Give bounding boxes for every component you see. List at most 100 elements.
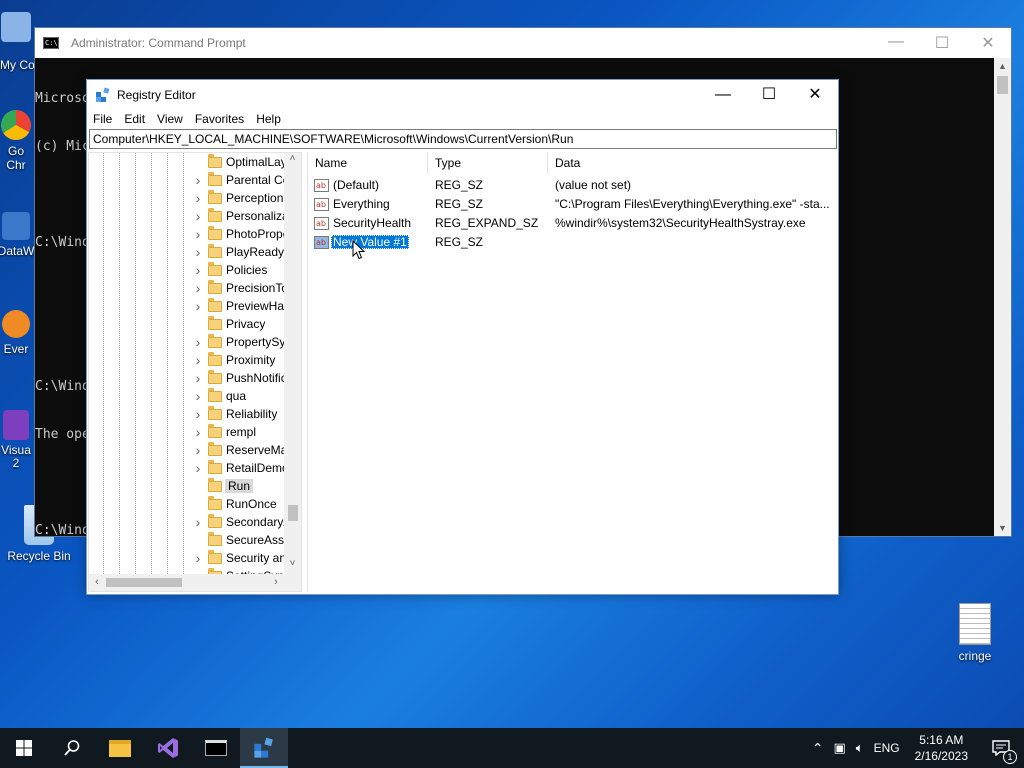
- key-tree[interactable]: OptimalLay › Parental Co › Perception! › Perso…: [88, 152, 302, 592]
- values-list[interactable]: Name Type Data ab (Default) REG_SZ (value n…: [307, 152, 837, 592]
- chevron-right-icon[interactable]: ›: [193, 442, 203, 458]
- value-type: REG_EXPAND_SZ: [435, 216, 539, 230]
- chevron-right-icon[interactable]: ›: [193, 172, 203, 188]
- tree-item[interactable]: Privacy: [89, 315, 286, 333]
- chevron-right-icon[interactable]: ›: [193, 424, 203, 440]
- chevron-right-icon[interactable]: ›: [193, 226, 203, 242]
- cmd-vertical-scrollbar[interactable]: ▲ ▼: [994, 58, 1011, 536]
- menu-edit[interactable]: Edit: [118, 112, 151, 126]
- tree-item[interactable]: › Reliability: [89, 405, 286, 423]
- tree-item[interactable]: › PropertySys: [89, 333, 286, 351]
- tree-item[interactable]: › RetailDemo: [89, 459, 286, 477]
- scroll-thumb[interactable]: [106, 578, 182, 587]
- maximize-icon[interactable]: ☐: [919, 33, 965, 53]
- close-icon[interactable]: ✕: [965, 33, 1011, 53]
- scroll-down-icon[interactable]: ˅: [284, 558, 301, 574]
- value-row[interactable]: ab New Value #1 REG_SZ: [308, 233, 836, 252]
- chevron-right-icon[interactable]: ›: [193, 406, 203, 422]
- system-tray: ⌃ ▣ 🔈︎ ENG 5:16 AM 2/16/2023 1: [807, 728, 1024, 768]
- maximize-icon[interactable]: ☐: [746, 80, 792, 109]
- tree-item[interactable]: › PrecisionTo: [89, 279, 286, 297]
- tree-item[interactable]: RunOnce: [89, 495, 286, 513]
- chevron-right-icon[interactable]: ›: [193, 460, 203, 476]
- tree-item[interactable]: › Perception!: [89, 189, 286, 207]
- tree-item[interactable]: › Proximity: [89, 351, 286, 369]
- tree-item[interactable]: OptimalLay: [89, 153, 286, 171]
- cmd-titlebar[interactable]: C:\. Administrator: Command Prompt — ☐ ✕: [35, 28, 1011, 58]
- tree-item[interactable]: › rempl: [89, 423, 286, 441]
- chevron-right-icon[interactable]: ›: [193, 298, 203, 314]
- scroll-thumb[interactable]: [288, 505, 298, 521]
- tree-item[interactable]: › Personaliza: [89, 207, 286, 225]
- tree-item[interactable]: › PreviewHar: [89, 297, 286, 315]
- taskbar-registry-editor[interactable]: [240, 728, 288, 768]
- tree-item[interactable]: › Policies: [89, 261, 286, 279]
- tree-vertical-scrollbar[interactable]: ˄ ˅: [284, 153, 301, 574]
- tree-item[interactable]: Run: [89, 477, 286, 495]
- menu-view[interactable]: View: [151, 112, 189, 126]
- column-header-data[interactable]: Data: [548, 152, 837, 174]
- desktop-icon-everything[interactable]: Ever: [0, 310, 36, 356]
- tree-horizontal-scrollbar[interactable]: ‹ ›: [89, 574, 284, 591]
- desktop-icon-cringe[interactable]: cringe: [938, 603, 1012, 663]
- language-indicator[interactable]: ENG: [869, 741, 905, 755]
- desktop-icon-visual-studio[interactable]: Visua 2: [0, 410, 36, 470]
- tree-item[interactable]: › PushNotific: [89, 369, 286, 387]
- menu-bar: File Edit View Favorites Help: [87, 109, 838, 129]
- scroll-up-icon[interactable]: ▲: [994, 58, 1011, 74]
- search-button[interactable]: [48, 728, 96, 768]
- address-bar[interactable]: Computer\HKEY_LOCAL_MACHINE\SOFTWARE\Mic…: [89, 129, 837, 149]
- scroll-left-icon[interactable]: ‹: [89, 574, 105, 591]
- registry-editor-window[interactable]: Registry Editor — ☐ ✕ File Edit View Fav…: [86, 79, 839, 595]
- value-row[interactable]: ab (Default) REG_SZ (value not set): [308, 176, 836, 195]
- notification-center-button[interactable]: 1: [978, 740, 1024, 764]
- desktop-icon-google-chrome[interactable]: Go Chr: [0, 110, 36, 172]
- visual-studio-icon: [158, 738, 178, 758]
- scroll-down-icon[interactable]: ▼: [994, 520, 1011, 536]
- chevron-right-icon[interactable]: ›: [193, 280, 203, 296]
- value-row[interactable]: ab Everything REG_SZ "C:\Program Files\Ever…: [308, 195, 836, 214]
- value-row[interactable]: ab SecurityHealth REG_EXPAND_SZ %windir%\sy…: [308, 214, 836, 233]
- menu-file[interactable]: File: [87, 112, 118, 126]
- tree-item[interactable]: › ReserveMar: [89, 441, 286, 459]
- menu-help[interactable]: Help: [250, 112, 287, 126]
- chevron-right-icon[interactable]: ›: [193, 550, 203, 566]
- tree-item[interactable]: SecureAsse: [89, 531, 286, 549]
- volume-icon[interactable]: 🔈︎: [851, 740, 869, 756]
- close-icon[interactable]: ✕: [792, 80, 838, 109]
- column-header-type[interactable]: Type: [428, 152, 548, 174]
- start-button[interactable]: [0, 728, 48, 768]
- minimize-icon[interactable]: —: [873, 33, 919, 53]
- menu-favorites[interactable]: Favorites: [189, 112, 250, 126]
- regedit-titlebar[interactable]: Registry Editor — ☐ ✕: [87, 80, 838, 109]
- scroll-up-icon[interactable]: ˄: [284, 153, 301, 169]
- tree-item[interactable]: › Security an: [89, 549, 286, 567]
- chevron-right-icon[interactable]: ›: [193, 388, 203, 404]
- chevron-right-icon[interactable]: ›: [193, 208, 203, 224]
- tree-item[interactable]: › Parental Co: [89, 171, 286, 189]
- chevron-right-icon[interactable]: ›: [193, 514, 203, 530]
- chevron-right-icon[interactable]: ›: [193, 262, 203, 278]
- tree-item[interactable]: › SecondaryA: [89, 513, 286, 531]
- tree-item[interactable]: › PhotoPrope: [89, 225, 286, 243]
- tree-item[interactable]: › qua: [89, 387, 286, 405]
- chevron-right-icon[interactable]: ›: [193, 370, 203, 386]
- scroll-right-icon[interactable]: ›: [268, 574, 284, 591]
- column-header-name[interactable]: Name: [308, 152, 428, 174]
- desktop-icon-datawrangler[interactable]: DataW: [0, 212, 36, 258]
- folder-icon: [208, 369, 222, 384]
- chevron-right-icon[interactable]: ›: [193, 244, 203, 260]
- scroll-thumb[interactable]: [997, 76, 1008, 94]
- mouse-cursor-icon: [352, 240, 366, 260]
- clock[interactable]: 5:16 AM 2/16/2023: [905, 732, 978, 764]
- minimize-icon[interactable]: —: [700, 80, 746, 109]
- chevron-right-icon[interactable]: ›: [193, 352, 203, 368]
- network-icon[interactable]: ▣: [828, 740, 850, 756]
- chevron-right-icon[interactable]: ›: [193, 334, 203, 350]
- taskbar-command-prompt[interactable]: [192, 728, 240, 768]
- tree-item[interactable]: › PlayReady: [89, 243, 286, 261]
- show-hidden-icons-icon[interactable]: ⌃: [807, 740, 829, 757]
- taskbar-visual-studio[interactable]: [144, 728, 192, 768]
- chevron-right-icon[interactable]: ›: [193, 190, 203, 206]
- taskbar-file-explorer[interactable]: [96, 728, 144, 768]
